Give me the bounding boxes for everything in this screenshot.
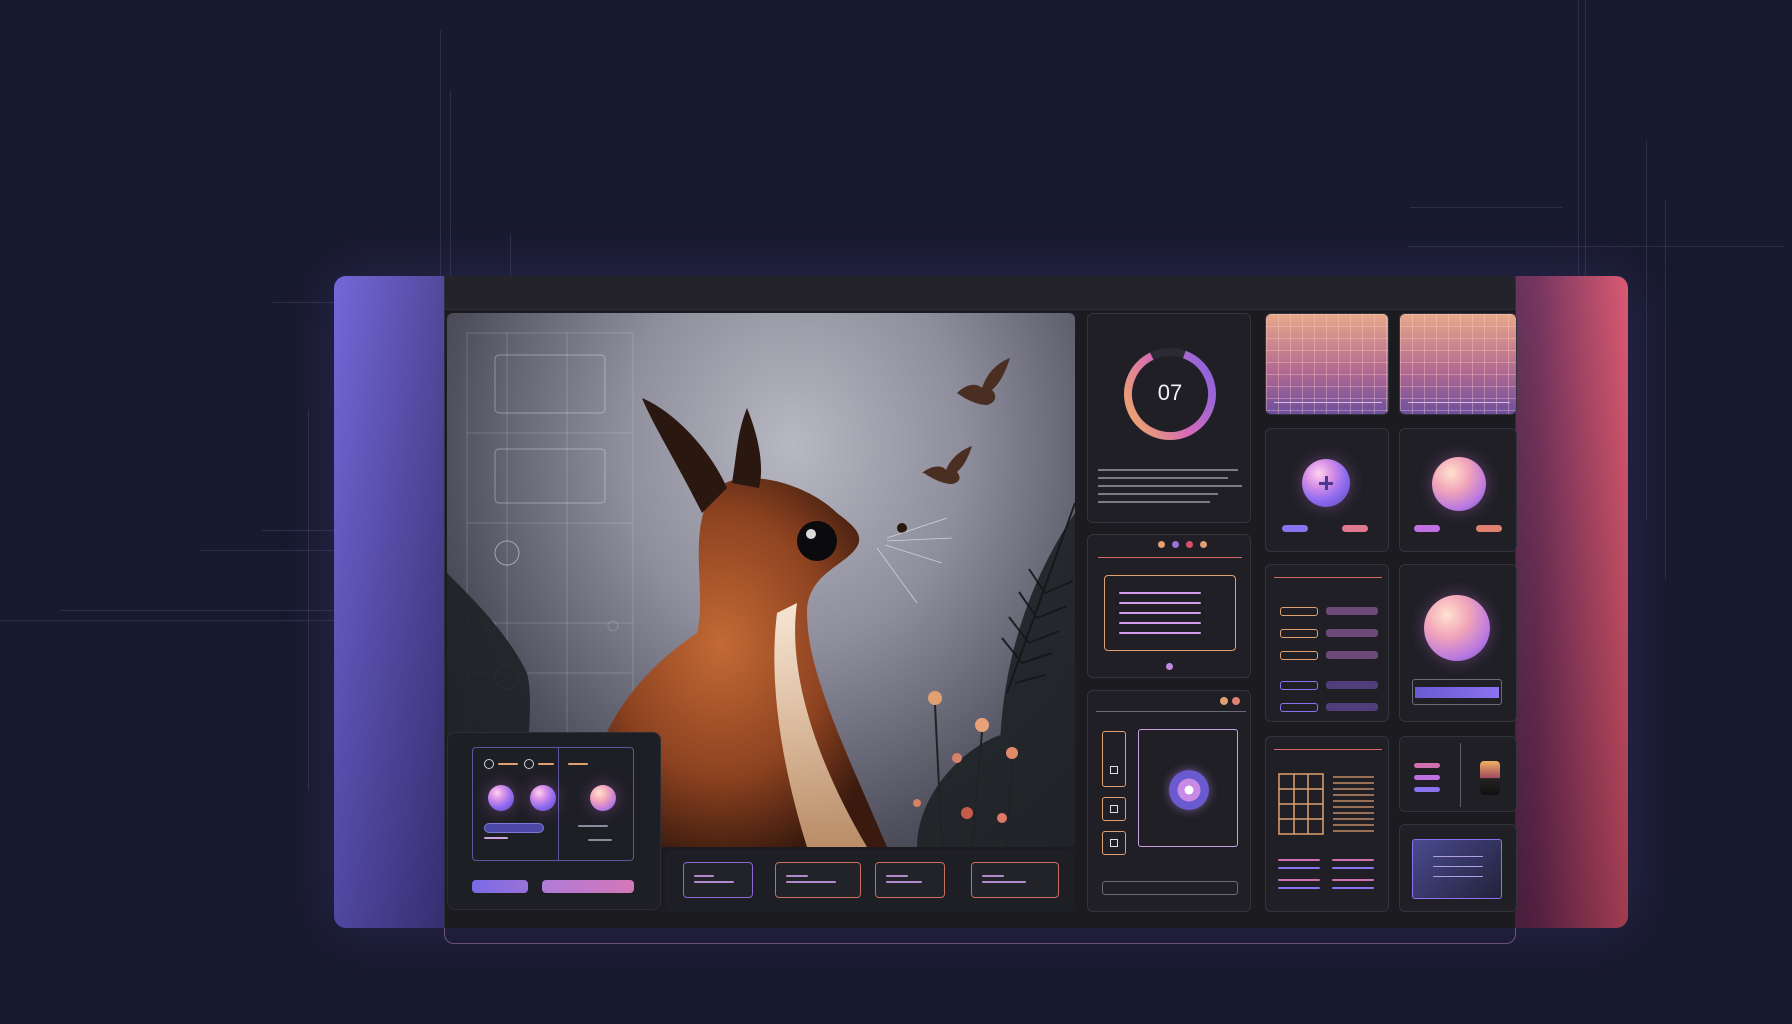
document-panel bbox=[1087, 534, 1251, 678]
record-icon[interactable] bbox=[1169, 770, 1209, 810]
data-grid bbox=[1278, 773, 1374, 835]
divider bbox=[1460, 743, 1461, 807]
status-dot bbox=[1186, 541, 1193, 548]
status-dot bbox=[1172, 541, 1179, 548]
form-input[interactable] bbox=[1326, 629, 1378, 637]
toolbar-chip[interactable] bbox=[775, 862, 861, 898]
guide-line bbox=[308, 410, 309, 790]
square-icon bbox=[1110, 805, 1118, 813]
list-control-panel bbox=[1399, 736, 1517, 812]
list-line bbox=[1414, 787, 1440, 792]
square-button[interactable] bbox=[1102, 797, 1126, 821]
toggle-pill[interactable] bbox=[1476, 525, 1502, 532]
heatmap-tile bbox=[1266, 314, 1388, 414]
media-panel bbox=[1087, 690, 1251, 912]
control-orb[interactable] bbox=[1424, 595, 1490, 661]
square-icon bbox=[1110, 766, 1118, 774]
guide-line bbox=[262, 530, 334, 531]
status-dot bbox=[1232, 697, 1240, 705]
orb-input-panel bbox=[1399, 564, 1517, 722]
divider bbox=[1098, 557, 1242, 558]
guide-line bbox=[1408, 246, 1784, 247]
media-viewport[interactable] bbox=[1138, 729, 1238, 847]
counter-value: 07 bbox=[1157, 380, 1183, 405]
guide-line bbox=[272, 302, 334, 303]
form-label bbox=[1280, 681, 1318, 690]
form-label bbox=[1280, 629, 1318, 638]
whiskers bbox=[876, 517, 953, 604]
guide-line bbox=[1410, 207, 1562, 208]
form-input[interactable] bbox=[1326, 607, 1378, 615]
guide-line bbox=[1665, 200, 1666, 580]
form-input[interactable] bbox=[1326, 703, 1378, 711]
birds bbox=[922, 358, 1010, 484]
divider bbox=[1274, 577, 1382, 578]
toggle-pill[interactable] bbox=[1414, 525, 1440, 532]
toggle-pill[interactable] bbox=[1282, 525, 1308, 532]
guide-line bbox=[0, 620, 334, 621]
control-orb[interactable] bbox=[1432, 457, 1486, 511]
toggle-orb[interactable] bbox=[530, 785, 556, 811]
counter-panel: 07 bbox=[1087, 313, 1251, 523]
app-window: 07 bbox=[444, 276, 1517, 928]
form-panel bbox=[1265, 564, 1389, 722]
heatmap-tile bbox=[1400, 314, 1516, 414]
table-panel bbox=[1265, 736, 1389, 912]
form-label bbox=[1280, 651, 1318, 660]
page-indicator[interactable] bbox=[1166, 663, 1173, 670]
list-line bbox=[1414, 763, 1440, 768]
list-line bbox=[1414, 775, 1440, 780]
guide-line bbox=[1646, 140, 1647, 520]
toggle-orb[interactable] bbox=[590, 785, 616, 811]
add-button[interactable] bbox=[1302, 459, 1350, 507]
preview-card-panel bbox=[1399, 824, 1517, 912]
toggle-orb[interactable] bbox=[488, 785, 514, 811]
form-label bbox=[1280, 703, 1318, 712]
input-frame bbox=[1412, 679, 1502, 705]
slider-pill[interactable] bbox=[542, 880, 634, 893]
battery-icon bbox=[1480, 761, 1500, 795]
square-button[interactable] bbox=[1102, 831, 1126, 855]
bottom-toolbar bbox=[665, 850, 1075, 912]
document-preview[interactable] bbox=[1104, 575, 1236, 651]
divider bbox=[558, 747, 559, 861]
radio-button[interactable] bbox=[524, 759, 534, 769]
toggle-pill[interactable] bbox=[1342, 525, 1368, 532]
top-bar bbox=[445, 276, 1515, 310]
form-input[interactable] bbox=[1326, 651, 1378, 659]
grid-tile-panel bbox=[1399, 313, 1517, 415]
timeline-bar[interactable] bbox=[1102, 881, 1238, 895]
square-icon bbox=[1110, 839, 1118, 847]
text-input[interactable] bbox=[1415, 687, 1499, 698]
toolbar-chip[interactable] bbox=[683, 862, 753, 898]
overlay-control-card bbox=[447, 732, 661, 910]
preview-card[interactable] bbox=[1412, 839, 1502, 899]
status-dot bbox=[1200, 541, 1207, 548]
form-input[interactable] bbox=[1326, 681, 1378, 689]
guide-line bbox=[450, 90, 451, 290]
slider-pill[interactable] bbox=[472, 880, 528, 893]
input-field[interactable] bbox=[484, 823, 544, 833]
toolbar-chip[interactable] bbox=[971, 862, 1059, 898]
guide-line bbox=[60, 610, 334, 611]
guide-line bbox=[1578, 0, 1579, 280]
form-label bbox=[1280, 607, 1318, 616]
orb-panel bbox=[1265, 428, 1389, 552]
side-control[interactable] bbox=[1102, 731, 1126, 787]
radio-button[interactable] bbox=[484, 759, 494, 769]
grid-tile-panel bbox=[1265, 313, 1389, 415]
status-dot bbox=[1220, 697, 1228, 705]
orb-panel bbox=[1399, 428, 1517, 552]
guide-line bbox=[200, 550, 334, 551]
divider bbox=[1274, 749, 1382, 750]
status-dot bbox=[1158, 541, 1165, 548]
toolbar-chip[interactable] bbox=[875, 862, 945, 898]
divider bbox=[1096, 711, 1246, 712]
